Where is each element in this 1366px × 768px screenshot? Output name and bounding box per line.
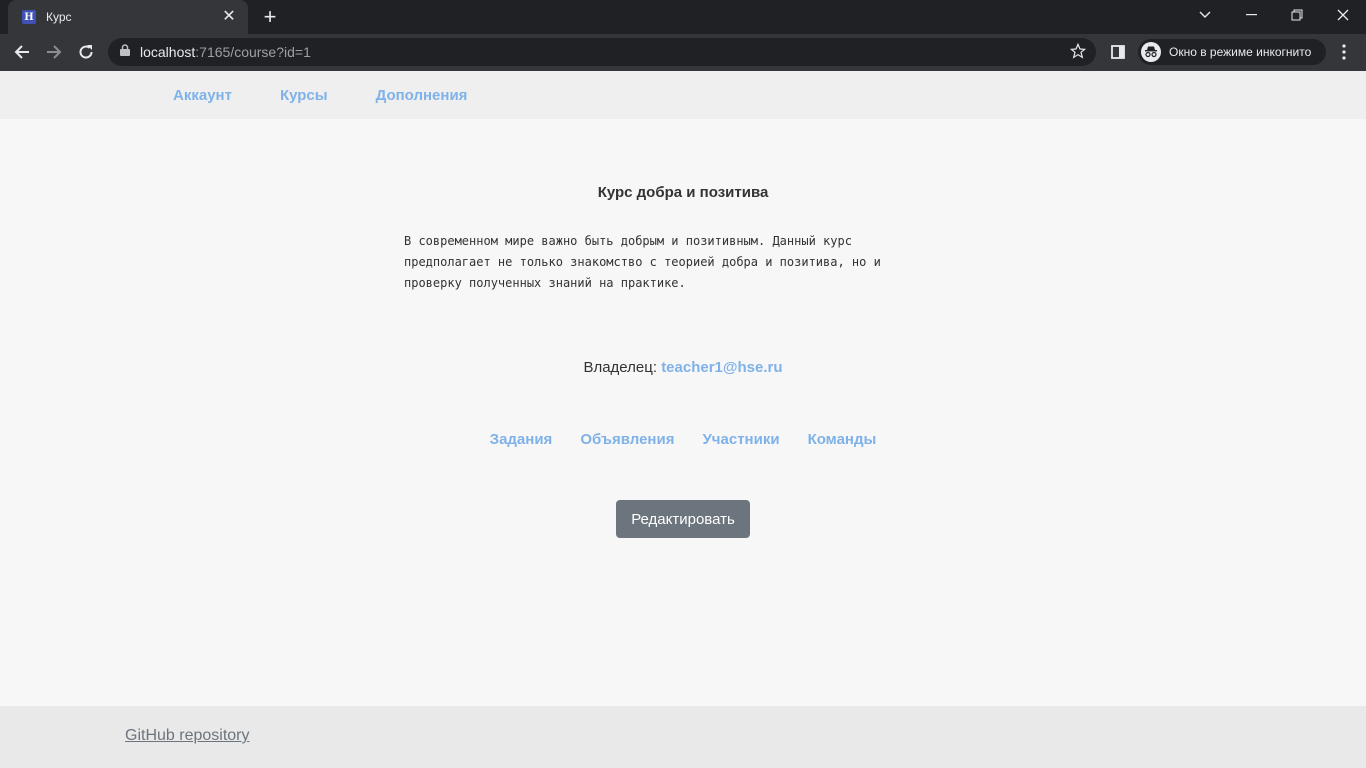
description-line: предполагает не только знакомство с теор… [404,255,881,269]
participants-link[interactable]: Участники [702,431,779,448]
assignments-link[interactable]: Задания [490,431,553,448]
owner-label: Владелец: [583,359,658,376]
browser-tab[interactable]: H Курс ✕ [8,0,248,34]
side-panel-icon[interactable] [1105,39,1131,65]
new-tab-icon[interactable]: + [258,6,282,28]
announcements-link[interactable]: Объявления [580,431,674,448]
github-repository-link[interactable]: GitHub repository [125,727,250,745]
nav-account-link[interactable]: Аккаунт [173,87,232,104]
browser-toolbar: localhost:7165/course?id=1 Окно в режиме… [0,34,1366,71]
course-owner: Владелец: teacher1@hse.ru [0,359,1366,376]
edit-course-button[interactable]: Редактировать [616,500,750,538]
course-description: В современном мире важно быть добрым и п… [404,231,924,294]
incognito-indicator[interactable]: Окно в режиме инкогнито [1138,39,1326,65]
reload-icon[interactable] [73,39,99,65]
browser-tab-bar: H Курс ✕ + [0,0,1366,34]
main-nav: Аккаунт Курсы Дополнения [173,71,467,119]
course-title: Курс добра и позитива [597,184,769,201]
restore-window-icon[interactable] [1274,0,1320,30]
site-favicon-icon: H [22,10,36,24]
nav-extras-link[interactable]: Дополнения [376,87,468,104]
course-menu: Задания Объявления Участники Команды [0,431,1366,448]
back-arrow-icon[interactable] [9,39,35,65]
incognito-label: Окно в режиме инкогнито [1169,45,1312,59]
close-window-icon[interactable] [1320,0,1366,30]
minimize-window-icon[interactable] [1228,0,1274,30]
browser-menu-icon[interactable] [1331,39,1357,65]
owner-email-link[interactable]: teacher1@hse.ru [661,359,782,376]
site-header: Аккаунт Курсы Дополнения [0,71,1366,119]
site-footer: GitHub repository [0,706,1366,768]
teams-link[interactable]: Команды [808,431,877,448]
forward-arrow-icon[interactable] [41,39,67,65]
nav-courses-link[interactable]: Курсы [280,87,328,104]
tab-search-chevron-icon[interactable] [1182,0,1228,30]
tab-title: Курс [46,10,72,24]
lock-icon[interactable] [120,43,130,61]
description-line: В современном мире важно быть добрым и п… [404,234,852,248]
incognito-icon [1141,42,1161,62]
address-bar[interactable]: localhost:7165/course?id=1 [108,38,1096,66]
description-line: проверку полученных знаний на практике. [404,276,686,290]
bookmark-star-icon[interactable] [1069,42,1087,64]
close-tab-icon[interactable]: ✕ [220,8,238,26]
url-text[interactable]: localhost:7165/course?id=1 [140,44,311,60]
